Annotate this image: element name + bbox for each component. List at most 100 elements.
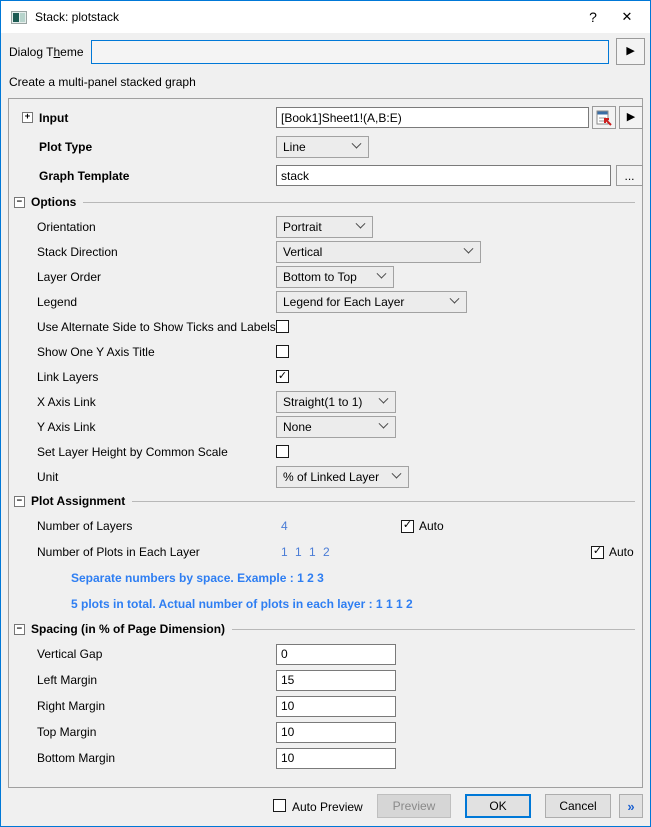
x-axis-link-label: X Axis Link xyxy=(37,395,96,409)
chevron-down-icon xyxy=(379,419,389,429)
chevron-down-icon xyxy=(450,294,460,304)
one-y-title-checkbox[interactable] xyxy=(276,345,289,358)
alternate-side-checkbox[interactable] xyxy=(276,320,289,333)
vertical-gap-label: Vertical Gap xyxy=(37,647,102,661)
orientation-label: Orientation xyxy=(37,220,96,234)
alternate-side-label: Use Alternate Side to Show Ticks and Lab… xyxy=(37,320,276,334)
unit-select[interactable]: % of Linked Layer xyxy=(276,466,409,488)
theme-flyout-button[interactable]: ▶ xyxy=(616,38,645,65)
chevron-down-icon xyxy=(352,139,362,149)
stack-direction-value: Vertical xyxy=(283,245,322,259)
stack-direction-row: Stack Direction Vertical xyxy=(9,239,642,264)
y-axis-link-select[interactable]: None xyxy=(276,416,396,438)
auto-preview-checkbox[interactable] xyxy=(273,799,286,812)
y-axis-link-label: Y Axis Link xyxy=(37,420,95,434)
chevron-down-icon xyxy=(377,269,387,279)
collapse-minus-icon[interactable]: − xyxy=(14,496,25,507)
plot-assignment-header-label: Plot Assignment xyxy=(31,494,125,508)
bottom-margin-field[interactable] xyxy=(276,748,396,769)
stack-direction-label: Stack Direction xyxy=(37,245,118,259)
link-layers-label: Link Layers xyxy=(37,370,98,384)
right-margin-field[interactable] xyxy=(276,696,396,717)
layers-auto-checkbox[interactable]: ✓ xyxy=(401,520,414,533)
expand-plus-icon[interactable]: + xyxy=(22,112,33,123)
link-layers-checkbox[interactable]: ✓ xyxy=(276,370,289,383)
plots-auto-checkbox[interactable]: ✓ xyxy=(591,546,604,559)
legend-row: Legend Legend for Each Layer xyxy=(9,289,642,314)
x-axis-link-value: Straight(1 to 1) xyxy=(283,395,362,409)
vertical-gap-field[interactable] xyxy=(276,644,396,665)
ok-button[interactable]: OK xyxy=(465,794,531,818)
title-bar: Stack: plotstack ? ✕ xyxy=(1,1,650,33)
separate-numbers-hint: Separate numbers by space. Example : 1 2… xyxy=(37,571,324,585)
number-of-plots-row: Number of Plots in Each Layer 1 1 1 2 ✓ … xyxy=(9,539,642,565)
preview-button: Preview xyxy=(377,794,451,818)
check-icon: ✓ xyxy=(278,371,287,382)
x-axis-link-row: X Axis Link Straight(1 to 1) xyxy=(9,389,642,414)
collapse-minus-icon[interactable]: − xyxy=(14,197,25,208)
dialog-theme-input[interactable] xyxy=(91,40,609,64)
input-range-field[interactable] xyxy=(276,107,589,128)
top-margin-field[interactable] xyxy=(276,722,396,743)
footer-bar: Auto Preview Preview OK Cancel » xyxy=(1,786,650,826)
options-header-label: Options xyxy=(31,195,76,209)
left-margin-field[interactable] xyxy=(276,670,396,691)
more-options-button[interactable]: » xyxy=(619,794,643,818)
spacing-section-header: − Spacing (in % of Page Dimension) xyxy=(9,617,642,641)
common-scale-checkbox[interactable] xyxy=(276,445,289,458)
unit-label: Unit xyxy=(37,470,58,484)
chevron-down-icon xyxy=(464,244,474,254)
vertical-gap-row: Vertical Gap xyxy=(9,641,642,667)
left-margin-row: Left Margin xyxy=(9,667,642,693)
dialog-theme-row: Dialog Theme ▶ xyxy=(1,33,650,65)
layer-order-select[interactable]: Bottom to Top xyxy=(276,266,394,288)
dialog-theme-label: Dialog Theme xyxy=(9,45,91,59)
chevron-down-icon xyxy=(392,469,402,479)
auto-preview-label: Auto Preview xyxy=(292,800,363,814)
check-icon: ✓ xyxy=(593,546,602,557)
input-row: + Input ▶ xyxy=(9,103,642,132)
input-label: Input xyxy=(39,111,68,125)
number-of-plots-value[interactable]: 1 1 1 2 xyxy=(281,545,332,559)
orientation-select[interactable]: Portrait xyxy=(276,216,373,238)
right-arrow-icon: ▶ xyxy=(627,112,635,123)
x-axis-link-select[interactable]: Straight(1 to 1) xyxy=(276,391,396,413)
right-arrow-icon: ▶ xyxy=(626,46,634,57)
spacing-header-label: Spacing (in % of Page Dimension) xyxy=(31,622,225,636)
legend-select[interactable]: Legend for Each Layer xyxy=(276,291,467,313)
chevron-down-icon xyxy=(356,219,366,229)
close-button[interactable]: ✕ xyxy=(610,1,644,33)
graph-template-field[interactable] xyxy=(276,165,611,186)
link-layers-row: Link Layers ✓ xyxy=(9,364,642,389)
stack-direction-select[interactable]: Vertical xyxy=(276,241,481,263)
one-y-title-row: Show One Y Axis Title xyxy=(9,339,642,364)
window-title: Stack: plotstack xyxy=(35,10,576,24)
right-margin-row: Right Margin xyxy=(9,693,642,719)
plot-type-value: Line xyxy=(283,140,306,154)
worksheet-picker-icon xyxy=(596,110,612,126)
plots-total-hint: 5 plots in total. Actual number of plots… xyxy=(37,597,413,611)
plot-type-select[interactable]: Line xyxy=(276,136,369,158)
common-scale-label: Set Layer Height by Common Scale xyxy=(37,445,228,459)
help-button[interactable]: ? xyxy=(576,1,610,33)
input-flyout-button[interactable]: ▶ xyxy=(619,106,643,129)
number-of-layers-value[interactable]: 4 xyxy=(281,519,288,533)
orientation-row: Orientation Portrait xyxy=(9,214,642,239)
collapse-minus-icon[interactable]: − xyxy=(14,624,25,635)
options-section-header: − Options xyxy=(9,190,642,214)
cancel-button[interactable]: Cancel xyxy=(545,794,611,818)
graph-template-row: Graph Template ... xyxy=(9,161,642,190)
layers-auto-label: Auto xyxy=(419,519,444,533)
top-margin-label: Top Margin xyxy=(37,725,96,739)
select-data-button[interactable] xyxy=(592,106,616,129)
unit-value: % of Linked Layer xyxy=(283,470,379,484)
unit-row: Unit % of Linked Layer xyxy=(9,464,642,489)
layer-order-value: Bottom to Top xyxy=(283,270,357,284)
hint-row: 5 plots in total. Actual number of plots… xyxy=(9,591,642,617)
plot-assignment-section-header: − Plot Assignment xyxy=(9,489,642,513)
right-margin-label: Right Margin xyxy=(37,699,105,713)
top-margin-row: Top Margin xyxy=(9,719,642,745)
bottom-margin-row: Bottom Margin xyxy=(9,745,642,771)
browse-template-button[interactable]: ... xyxy=(616,165,643,186)
number-of-plots-label: Number of Plots in Each Layer xyxy=(37,545,200,559)
